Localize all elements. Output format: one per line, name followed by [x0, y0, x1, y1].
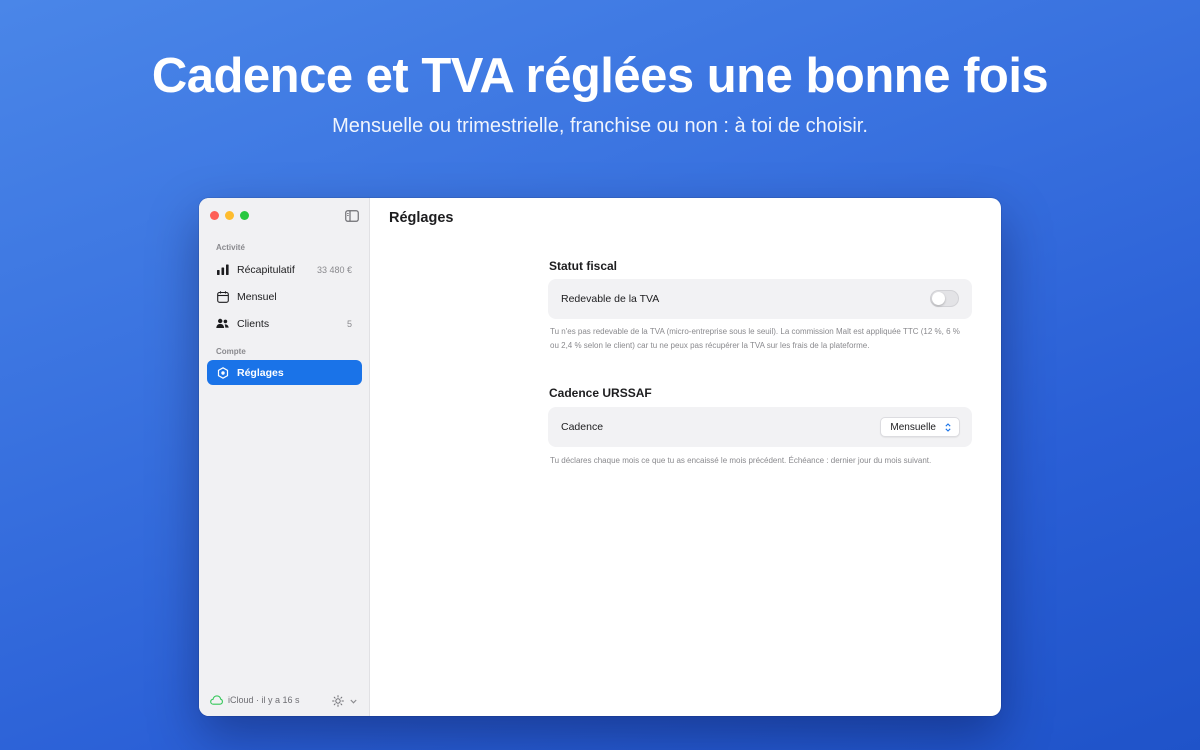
close-window-button[interactable]: [210, 211, 219, 220]
fiscal-status-heading: Statut fiscal: [549, 259, 618, 273]
sidebar-item-label: Récapitulatif: [237, 263, 295, 276]
section-label-activity: Activité: [216, 243, 245, 252]
app-window: Activité Récapitulatif 33 480 € Mensuel …: [199, 198, 1001, 716]
sidebar-item-reglages[interactable]: Réglages: [207, 360, 362, 385]
cadence-help-text: Tu déclares chaque mois ce que tu as enc…: [550, 456, 932, 465]
chevron-down-icon: [350, 699, 357, 704]
settings-icon: [216, 366, 229, 379]
revenue-badge: 33 480 €: [316, 264, 352, 275]
chart-bars-icon: [216, 263, 229, 276]
sync-status: iCloud · il y a 16 s: [210, 695, 300, 705]
sync-status-text: iCloud · il y a 16 s: [228, 695, 300, 705]
sidebar: Activité Récapitulatif 33 480 € Mensuel …: [199, 198, 370, 716]
hero-title: Cadence et TVA réglées une bonne fois: [151, 49, 1049, 103]
cadence-row: Cadence Mensuelle: [548, 407, 972, 447]
updown-chevron-icon: [945, 422, 951, 432]
sidebar-item-label: Clients: [237, 317, 270, 330]
sidebar-toggle-icon[interactable]: [345, 209, 359, 222]
sidebar-item-clients[interactable]: Clients 5: [207, 311, 362, 336]
sidebar-item-mensuel[interactable]: Mensuel: [207, 284, 362, 309]
main-content: Réglages Statut fiscal Redevable de la T…: [370, 198, 1001, 716]
sidebar-item-label: Réglages: [237, 366, 284, 379]
minimize-window-button[interactable]: [225, 211, 234, 220]
toggle-knob: [932, 292, 945, 305]
vat-liable-label: Redevable de la TVA: [561, 293, 660, 305]
calendar-icon: [216, 290, 229, 303]
sidebar-item-recapitulatif[interactable]: Récapitulatif 33 480 €: [207, 257, 362, 282]
section-label-account: Compte: [216, 347, 246, 356]
sun-icon: [332, 695, 344, 707]
vat-help-text: Tu n'es pas redevable de la TVA (micro-e…: [550, 327, 960, 350]
window-controls: [210, 211, 249, 220]
cadence-select[interactable]: Mensuelle: [880, 417, 960, 437]
urssaf-cadence-heading: Cadence URSSAF: [549, 386, 652, 400]
vat-liable-row: Redevable de la TVA: [548, 279, 972, 319]
cloud-icon: [210, 695, 223, 705]
people-icon: [216, 317, 229, 330]
zoom-window-button[interactable]: [240, 211, 249, 220]
sidebar-item-label: Mensuel: [237, 290, 277, 303]
clients-count-badge: 5: [346, 318, 352, 329]
appearance-menu[interactable]: [332, 695, 357, 707]
page-title: Réglages: [389, 210, 454, 226]
vat-liable-toggle[interactable]: [930, 290, 959, 307]
cadence-label: Cadence: [561, 421, 604, 433]
cadence-selected-value: Mensuelle: [890, 421, 936, 433]
hero-subtitle: Mensuelle ou trimestrielle, franchise ou…: [332, 115, 868, 137]
